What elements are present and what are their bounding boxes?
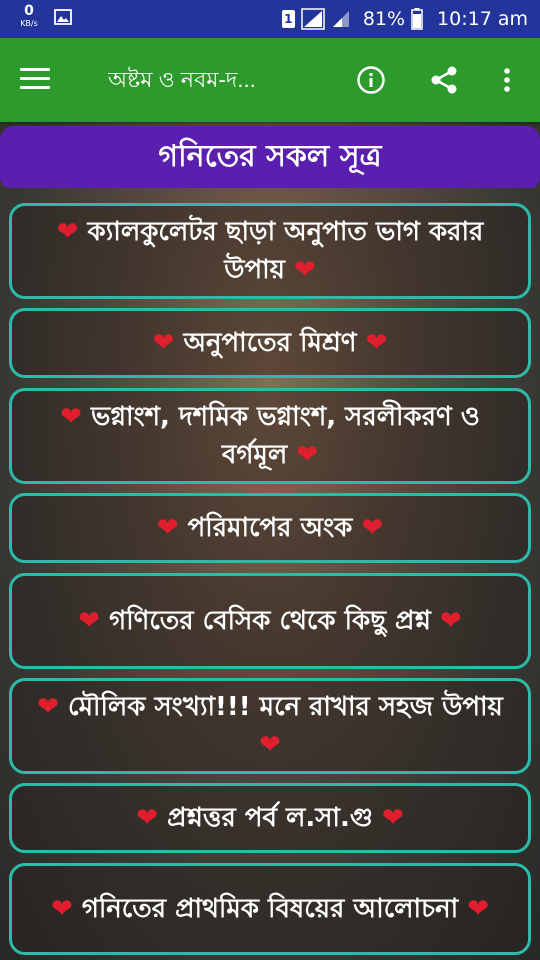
sim-badge: 1 xyxy=(281,10,295,28)
status-icons: 1 81% 10:17 am xyxy=(281,0,528,38)
list-item-label: ❤ প্রশ্নত্তর পর্ব ল.সা.গু ❤ xyxy=(136,803,404,833)
heart-icon: ❤ xyxy=(78,606,101,636)
status-bar: 0 KB/s 1 81% 10:17 am xyxy=(0,0,540,38)
heart-icon: ❤ xyxy=(56,217,79,247)
heart-icon: ❤ xyxy=(439,606,462,636)
list-item[interactable]: ❤ পরিমাপের অংক ❤ xyxy=(9,493,531,563)
section-title: গনিতের সকল সূত্র xyxy=(0,126,540,188)
info-icon[interactable] xyxy=(356,65,386,95)
menu-icon[interactable] xyxy=(20,68,50,92)
signal-strength-secondary-icon xyxy=(332,11,349,27)
list-item-label: ❤ ক্যালকুলেটর ছাড়া অনুপাত ভাগ করার উপায… xyxy=(56,217,484,285)
heart-icon: ❤ xyxy=(136,803,159,833)
list-item[interactable]: ❤ অনুপাতের মিশ্রণ ❤ xyxy=(9,308,531,378)
list-item-label: ❤ অনুপাতের মিশ্রণ ❤ xyxy=(152,328,388,358)
network-speed-value: 0 xyxy=(24,3,34,19)
heart-icon: ❤ xyxy=(296,440,319,470)
battery-icon xyxy=(411,8,423,30)
list-item[interactable]: ❤ গনিতের প্রাথমিক বিষয়ের আলোচনা ❤ xyxy=(9,863,531,955)
network-speed: 0 KB/s xyxy=(14,4,44,28)
list-item-label: ❤ গণিতের বেসিক থেকে কিছু প্রশ্ন ❤ xyxy=(78,606,462,636)
signal-strength-icon xyxy=(301,8,325,30)
heart-icon: ❤ xyxy=(381,803,404,833)
list-item[interactable]: ❤ মৌলিক সংখ্যা!!! মনে রাখার সহজ উপায় ❤ xyxy=(9,678,531,774)
list-item-label: ❤ গনিতের প্রাথমিক বিষয়ের আলোচনা ❤ xyxy=(50,894,490,924)
heart-icon: ❤ xyxy=(50,894,73,924)
list-item[interactable]: ❤ ভগ্নাংশ, দশমিক ভগ্নাংশ, সরলীকরণ ও বর্গ… xyxy=(9,388,531,484)
heart-icon: ❤ xyxy=(361,513,384,543)
list-item[interactable]: ❤ গণিতের বেসিক থেকে কিছু প্রশ্ন ❤ xyxy=(9,573,531,669)
heart-icon: ❤ xyxy=(365,328,388,358)
list-item[interactable]: ❤ প্রশ্নত্তর পর্ব ল.সা.গু ❤ xyxy=(9,783,531,853)
heart-icon: ❤ xyxy=(156,513,179,543)
network-speed-unit: KB/s xyxy=(20,19,38,28)
heart-icon: ❤ xyxy=(37,692,59,722)
heart-icon: ❤ xyxy=(259,730,281,760)
heart-icon: ❤ xyxy=(467,894,490,924)
list-item[interactable]: ❤ ক্যালকুলেটর ছাড়া অনুপাত ভাগ করার উপায… xyxy=(9,203,531,299)
battery-percent: 81% xyxy=(362,8,406,30)
clock: 10:17 am xyxy=(437,8,528,30)
app-toolbar: অষ্টম ও নবম-দ... xyxy=(0,38,540,122)
list-item-label: ❤ পরিমাপের অংক ❤ xyxy=(156,513,384,543)
list-item-label: ❤ ভগ্নাংশ, দশমিক ভগ্নাংশ, সরলীকরণ ও বর্গ… xyxy=(60,402,480,470)
gallery-icon xyxy=(54,9,72,25)
heart-icon: ❤ xyxy=(294,255,316,285)
heart-icon: ❤ xyxy=(60,402,82,432)
list-item-label: ❤ মৌলিক সংখ্যা!!! মনে রাখার সহজ উপায় ❤ xyxy=(37,692,503,760)
heart-icon: ❤ xyxy=(152,328,175,358)
share-icon[interactable] xyxy=(428,64,460,96)
more-options-icon[interactable] xyxy=(496,66,518,94)
app-title: অষ্টম ও নবম-দ... xyxy=(108,67,256,92)
